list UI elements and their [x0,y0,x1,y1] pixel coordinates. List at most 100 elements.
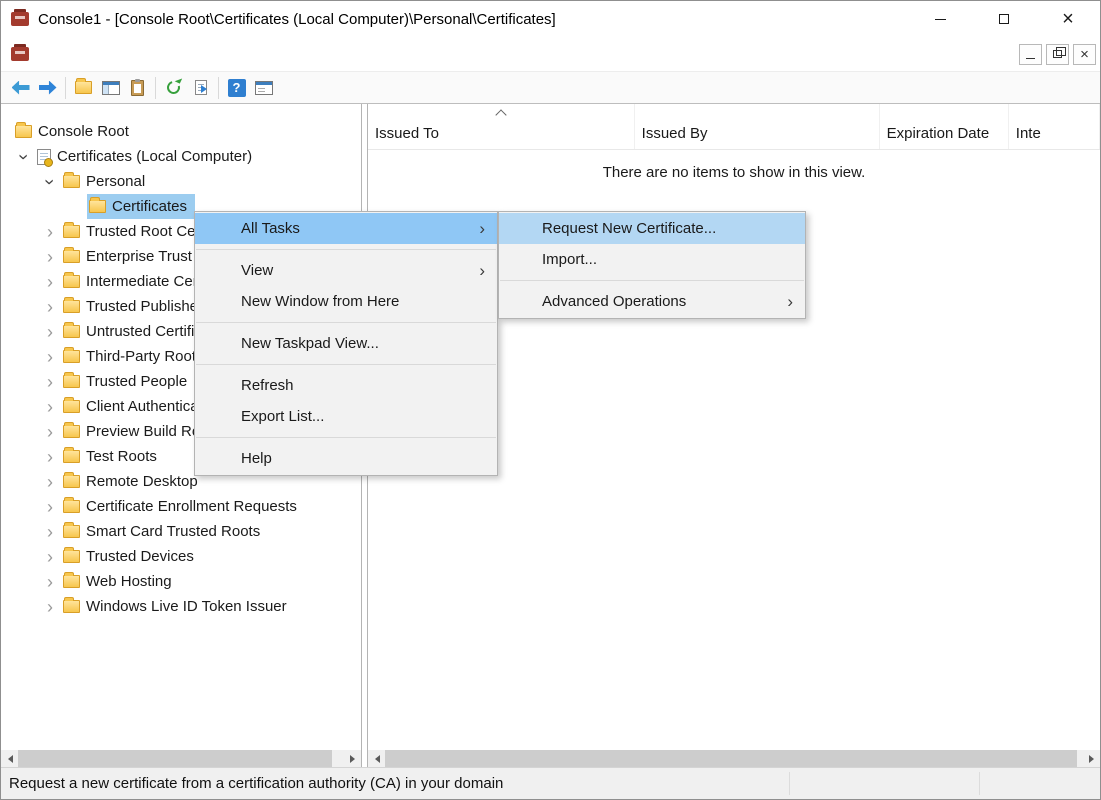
window-controls: × [908,1,1100,37]
minimize-icon [935,19,946,20]
tree-item-certificates-local-computer[interactable]: › Certificates (Local Computer) [1,144,361,169]
menu-item-refresh[interactable]: Refresh [195,370,497,401]
taskpad-icon [255,81,273,95]
column-header-issued-by[interactable]: Issued By [635,104,880,149]
tree-item-label: Personal [86,173,145,190]
tree-item-content: Enterprise Trust [61,244,200,269]
help-button[interactable] [223,75,250,101]
taskpad-button[interactable] [250,75,277,101]
refresh-button[interactable] [160,75,187,101]
column-header-issued-to[interactable]: Issued To [368,104,635,149]
tree-item-label: Console Root [38,123,129,140]
folder-icon [63,275,80,288]
tree-item-trusted-devices[interactable]: › Trusted Devices [1,544,361,569]
tree-horizontal-scrollbar[interactable] [1,750,361,767]
folder-icon [63,600,80,613]
menu-item-label: Import... [542,251,597,268]
maximize-button[interactable] [972,1,1036,37]
menu-item-new-window-from-here[interactable]: New Window from Here [195,286,497,317]
tree-expander-icon[interactable]: › [39,171,61,193]
tree-expander-icon[interactable]: › [39,371,61,393]
minimize-icon [1026,58,1035,59]
scroll-left-button[interactable] [368,750,385,767]
export-list-button[interactable] [187,75,214,101]
list-horizontal-scrollbar[interactable] [368,750,1100,767]
tree-expander-icon[interactable]: › [39,546,61,568]
menu-item-view[interactable]: View › [195,255,497,286]
menu-item-new-taskpad-view[interactable]: New Taskpad View... [195,328,497,359]
menu-item-request-new-certificate[interactable]: Request New Certificate... [499,213,805,244]
tree-item-label: Trusted Publishers [86,298,211,315]
context-menu: All Tasks › View › New Window from Here … [194,211,498,476]
tree-expander-icon[interactable]: › [39,246,61,268]
folder-icon [63,250,80,263]
scroll-left-button[interactable] [1,750,18,767]
scroll-right-button[interactable] [344,750,361,767]
tree-item-personal[interactable]: › Personal [1,169,361,194]
menu-item-help[interactable]: Help [195,443,497,474]
menubar-item-help[interactable] [163,48,189,60]
mdi-close-button[interactable]: × [1073,44,1096,65]
up-folder-button[interactable] [70,75,97,101]
refresh-icon [165,79,183,97]
tree-expander-icon[interactable]: › [39,396,61,418]
menubar-item-action[interactable] [59,48,85,60]
scrollbar-thumb[interactable] [385,750,1077,767]
status-bar: Request a new certificate from a certifi… [1,767,1100,799]
folder-icon [89,200,106,213]
tree-expander-icon[interactable]: › [39,346,61,368]
mdi-minimize-button[interactable] [1019,44,1042,65]
menu-item-import[interactable]: Import... [499,244,805,275]
mmc-app-icon [11,12,29,26]
column-header-inte[interactable]: Inte [1009,104,1100,149]
scrollbar-track[interactable] [385,750,1083,767]
column-header-expiration-date[interactable]: Expiration Date [880,104,1009,149]
tree-item-windows-live-id-token-issuer[interactable]: › Windows Live ID Token Issuer [1,594,361,619]
minimize-button[interactable] [908,1,972,37]
tree-expander-icon[interactable]: › [39,446,61,468]
tree-expander-icon[interactable]: › [39,571,61,593]
tree-expander-icon[interactable]: › [39,271,61,293]
menubar-item-favorites[interactable] [111,48,137,60]
sort-ascending-icon [495,109,506,120]
status-text: Request a new certificate from a certifi… [9,775,503,792]
clipboard-button[interactable] [124,75,151,101]
tree-item-smart-card-trusted-roots[interactable]: › Smart Card Trusted Roots [1,519,361,544]
tree-expander-icon[interactable]: › [39,421,61,443]
tree-item-console-root[interactable]: Console Root [1,119,361,144]
tree-expander-icon[interactable]: › [39,321,61,343]
tree-expander-icon[interactable]: › [39,221,61,243]
tree-item-content: Trusted Devices [61,544,202,569]
menu-item-label: Export List... [241,408,324,425]
tree-item-web-hosting[interactable]: › Web Hosting [1,569,361,594]
close-button[interactable]: × [1036,1,1100,37]
scroll-right-button[interactable] [1083,750,1100,767]
tree-expander-icon[interactable]: › [39,521,61,543]
console-tree-button[interactable] [97,75,124,101]
menubar-item-file[interactable] [33,48,59,60]
back-button[interactable] [7,75,34,101]
list-header: Issued To Issued By Expiration Date Inte [368,104,1100,150]
mmc-window: Console1 - [Console Root\Certificates (L… [0,0,1101,800]
folder-icon [63,450,80,463]
folder-icon [63,400,80,413]
mdi-restore-button[interactable] [1046,44,1069,65]
menu-separator [196,249,496,250]
tree-expander-icon[interactable]: › [39,496,61,518]
scrollbar-track[interactable] [18,750,344,767]
tree-item-certificate-enrollment-requests[interactable]: › Certificate Enrollment Requests [1,494,361,519]
menu-item-advanced-operations[interactable]: Advanced Operations › [499,286,805,317]
tree-expander-icon[interactable]: › [39,596,61,618]
tree-item-content: Web Hosting [61,569,180,594]
menu-item-label: Advanced Operations [542,293,686,310]
menubar-item-window[interactable] [137,48,163,60]
scrollbar-thumb[interactable] [18,750,332,767]
menubar-item-view[interactable] [85,48,111,60]
tree-expander-icon[interactable]: › [39,471,61,493]
tree-expander-icon[interactable]: › [13,146,35,168]
menu-item-all-tasks[interactable]: All Tasks › [195,213,497,244]
menu-item-export-list[interactable]: Export List... [195,401,497,432]
maximize-icon [999,14,1009,24]
forward-button[interactable] [34,75,61,101]
tree-expander-icon[interactable]: › [39,296,61,318]
